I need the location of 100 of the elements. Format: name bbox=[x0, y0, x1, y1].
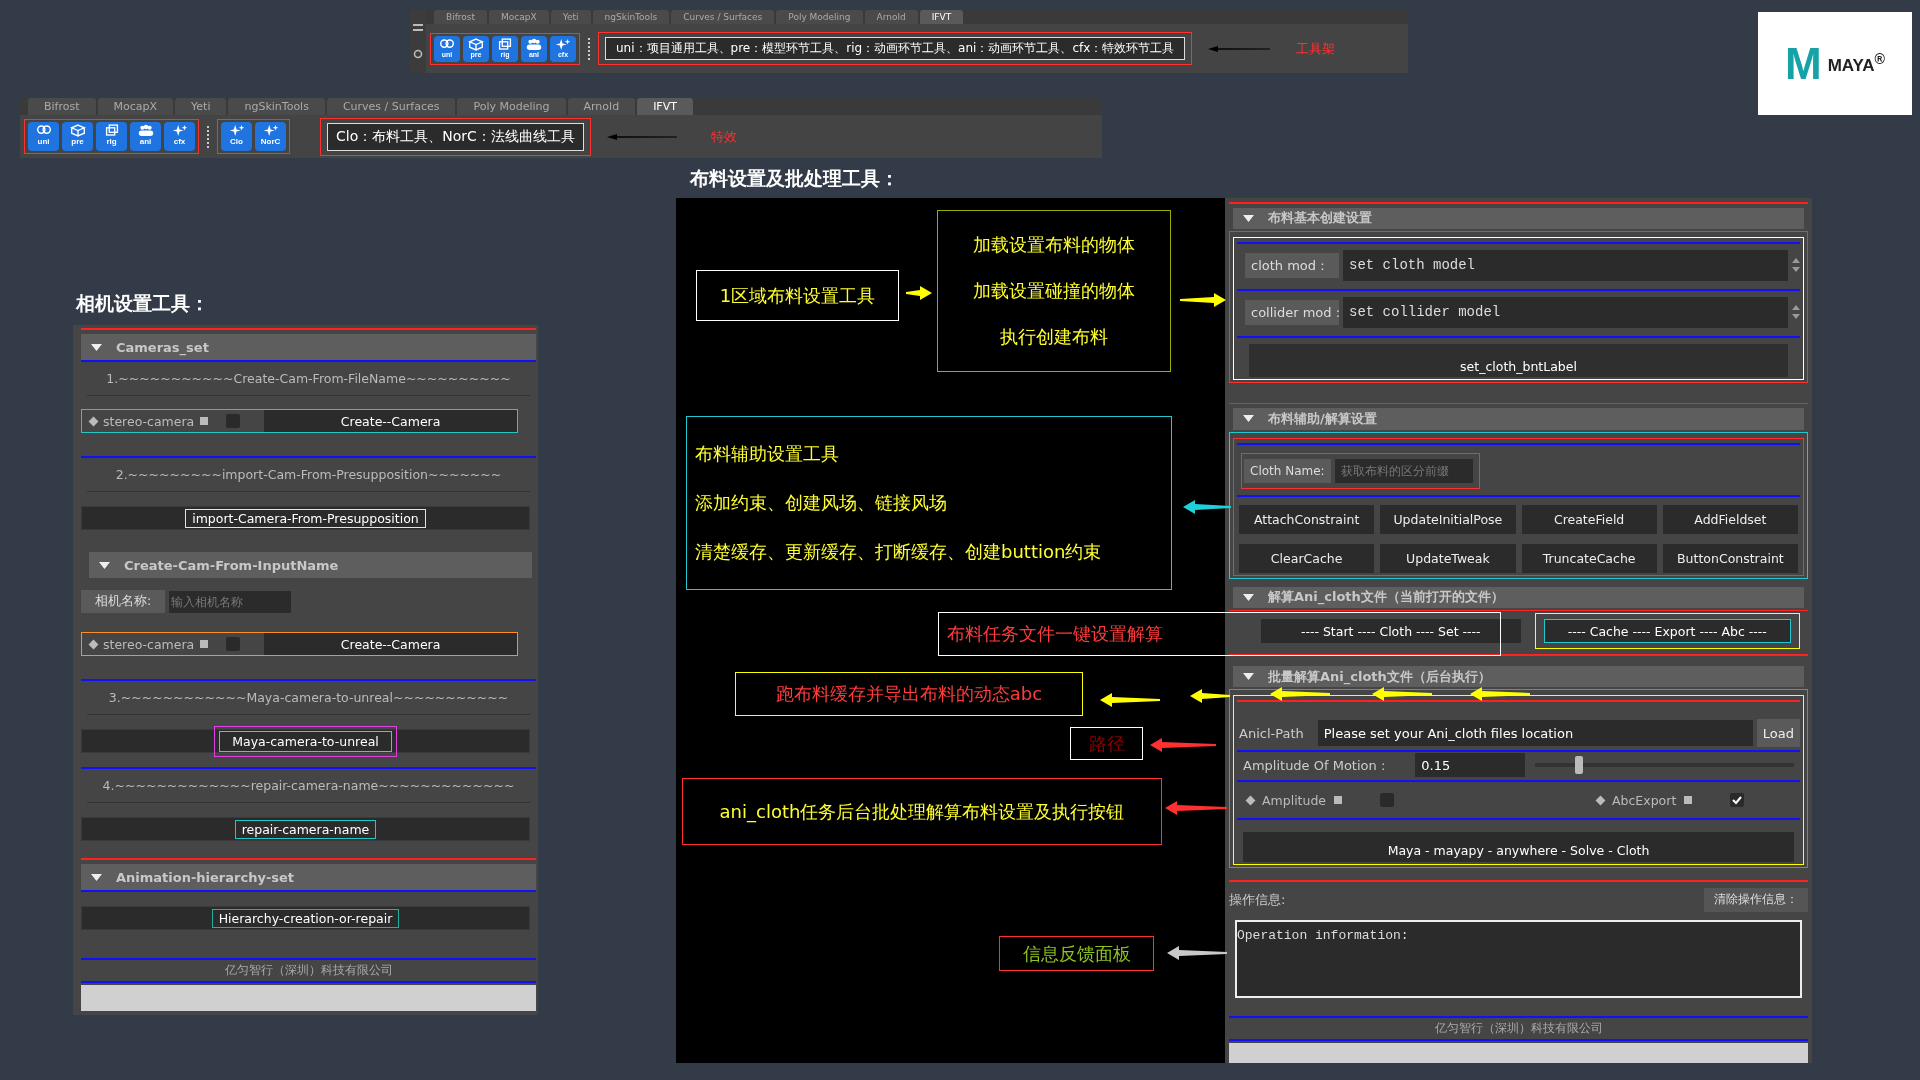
checkbox[interactable] bbox=[1730, 793, 1745, 808]
section-title: 布料设置及批处理工具： bbox=[690, 166, 899, 191]
solve-button[interactable]: ---- Start ---- Cloth ---- Set ---- bbox=[1261, 619, 1521, 644]
solve-cloth-button[interactable]: Maya - mayapy - anywhere - Solve - Cloth bbox=[1243, 832, 1794, 863]
logo-mark: M bbox=[1785, 38, 1822, 89]
input-field[interactable]: 输入相机名称 bbox=[169, 590, 292, 613]
spinner-icon[interactable] bbox=[1792, 257, 1800, 274]
tool-button[interactable]: AttachConstraint bbox=[1239, 504, 1375, 534]
shelf-tab[interactable]: Arnold bbox=[864, 10, 918, 24]
expand-icon[interactable] bbox=[1243, 214, 1254, 222]
section-header[interactable]: 布料辅助/解算设置 bbox=[1233, 408, 1804, 430]
sparkle-icon bbox=[227, 124, 246, 137]
tool-button[interactable]: ClearCache bbox=[1239, 543, 1375, 573]
annotation-text: 布料辅助设置工具 bbox=[695, 442, 839, 466]
section-header[interactable]: Cameras_set bbox=[81, 334, 536, 360]
shelf-tab[interactable]: Yeti bbox=[550, 10, 591, 24]
shelf-tab[interactable]: Poly Modeling bbox=[776, 10, 863, 24]
shelf-tab[interactable]: Poly Modeling bbox=[457, 98, 566, 115]
step-caption: 3.~~~~~~~~~~~~Maya-camera-to-unreal~~~~~~~~~~~ bbox=[87, 681, 530, 715]
path-field[interactable]: Please set your Ani_cloth files location bbox=[1317, 720, 1753, 747]
step-caption: 2.~~~~~~~~~import-Cam-From-Presupposition~~~~~~~ bbox=[87, 458, 530, 492]
spinner-icon[interactable] bbox=[1792, 304, 1800, 321]
expand-icon[interactable] bbox=[1243, 673, 1254, 681]
option-label: Amplitude bbox=[1262, 792, 1327, 808]
shelf-tab[interactable]: Arnold bbox=[567, 98, 636, 115]
rings-icon bbox=[34, 124, 53, 137]
annotation-text: 布料任务文件一键设置解算 bbox=[947, 622, 1163, 646]
input-field[interactable]: 获取布料的区分前缀 bbox=[1334, 458, 1473, 483]
checkbox[interactable] bbox=[226, 414, 241, 428]
annotation-text: 1区域布料设置工具 bbox=[719, 283, 876, 308]
clear-log-button[interactable]: 清除操作信息： bbox=[1704, 887, 1808, 912]
option-label: stereo-camera bbox=[103, 636, 195, 652]
tool-button[interactable]: ButtonConstraint bbox=[1662, 543, 1798, 573]
action-button[interactable]: import-Camera-From-Presupposition bbox=[81, 506, 530, 530]
square-icon bbox=[200, 640, 209, 648]
input-field[interactable]: set collider model bbox=[1343, 296, 1788, 328]
shelf-tab[interactable]: Yeti bbox=[175, 98, 227, 115]
section-header[interactable]: 解算Ani_cloth文件（当前打开的文件） bbox=[1233, 586, 1804, 608]
section-header[interactable]: Animation-hierarchy-set bbox=[81, 864, 536, 890]
shelf-tab[interactable]: MocapX bbox=[97, 98, 174, 115]
shelf-tab[interactable]: IFVT bbox=[637, 98, 693, 115]
option-label: stereo-camera bbox=[103, 413, 195, 429]
value-field[interactable]: 0.15 bbox=[1415, 753, 1526, 778]
description-label: uni：项目通用工具、pre：模型环节工具、rig：动画环节工具、ani：动画环节工具、cfx：特效环节工具 bbox=[605, 37, 1186, 60]
expand-icon[interactable] bbox=[91, 873, 102, 881]
shelf-button[interactable]: Clo bbox=[221, 122, 252, 151]
action-button[interactable]: repair-camera-name bbox=[81, 817, 530, 841]
create-camera-button[interactable]: Create--Camera bbox=[264, 633, 517, 655]
people-icon bbox=[525, 37, 543, 51]
tool-button[interactable]: TruncateCache bbox=[1521, 543, 1657, 573]
shelf-tab[interactable]: Bifrost bbox=[434, 10, 488, 24]
annotation-text: 加载设置布料的物体 bbox=[973, 233, 1135, 257]
sparkle-icon bbox=[261, 124, 280, 137]
shelf-button[interactable]: rig bbox=[96, 122, 127, 151]
annotation-text: 信息反馈面板 bbox=[1022, 941, 1131, 966]
square-icon bbox=[200, 417, 209, 425]
section-header[interactable]: 布料基本创建设置 bbox=[1233, 207, 1804, 229]
tool-button[interactable]: UpdateInitialPose bbox=[1380, 504, 1516, 534]
rings-icon bbox=[438, 37, 456, 51]
shelf-button[interactable]: uni bbox=[28, 122, 59, 151]
tool-button[interactable]: UpdateTweak bbox=[1380, 543, 1516, 573]
pointer-arrow bbox=[1167, 945, 1227, 961]
pointer-arrow bbox=[1165, 800, 1227, 816]
slider-thumb[interactable] bbox=[1575, 756, 1584, 775]
solve-button[interactable]: ---- Cache ---- Export ---- Abc ---- bbox=[1543, 619, 1791, 644]
expand-icon[interactable] bbox=[91, 343, 102, 351]
pointer-arrow bbox=[1190, 688, 1230, 704]
shelf-tab[interactable]: ngSkinTools bbox=[228, 98, 325, 115]
tool-button[interactable]: CreateField bbox=[1521, 504, 1657, 534]
log-text-area[interactable]: Operation information: bbox=[1235, 919, 1802, 999]
checkbox[interactable] bbox=[226, 637, 241, 651]
expand-icon[interactable] bbox=[99, 561, 110, 569]
field-label: collider mod : bbox=[1245, 299, 1339, 325]
section-header[interactable]: 批量解算Ani_cloth文件（后台执行） bbox=[1233, 665, 1804, 688]
section-header[interactable]: Create-Cam-From-InputName bbox=[89, 552, 532, 578]
tool-button[interactable]: AddFieldset bbox=[1662, 504, 1798, 534]
shelf-button[interactable]: pre bbox=[62, 122, 93, 151]
log-text: Operation information: bbox=[1237, 927, 1409, 943]
checkbox[interactable] bbox=[1380, 793, 1395, 808]
shelf-tab[interactable]: ngSkinTools bbox=[592, 10, 670, 24]
shelf-button[interactable]: cfx bbox=[164, 122, 195, 151]
menu-icon[interactable] bbox=[413, 24, 423, 33]
create-camera-button[interactable]: Create--Camera bbox=[264, 410, 517, 432]
annotation-text: 跑布料缓存并导出布料的动态abc bbox=[775, 682, 1043, 706]
settings-icon[interactable] bbox=[413, 48, 423, 59]
shelf-tab[interactable]: Bifrost bbox=[28, 98, 96, 115]
input-field[interactable]: set cloth model bbox=[1343, 249, 1788, 281]
shelf-tab[interactable]: IFVT bbox=[919, 10, 964, 24]
shelf-button[interactable]: ani bbox=[130, 122, 161, 151]
action-button[interactable]: Hierarchy-creation-or-repair bbox=[81, 906, 530, 930]
expand-icon[interactable] bbox=[1243, 593, 1254, 601]
company-label: 亿匀智行（深圳）科技有限公司 bbox=[1433, 1020, 1604, 1038]
annotation-text: 加载设置碰撞的物体 bbox=[973, 279, 1135, 303]
shelf-tab[interactable]: MocapX bbox=[489, 10, 549, 24]
shelf-tab[interactable]: Curves / Surfaces bbox=[326, 98, 456, 115]
shelf-tab[interactable]: Curves / Surfaces bbox=[671, 10, 775, 24]
set-cloth-button[interactable]: set_cloth_bntLabel bbox=[1249, 343, 1788, 377]
load-button[interactable]: Load bbox=[1756, 719, 1800, 748]
expand-icon[interactable] bbox=[1243, 415, 1254, 423]
shelf-button[interactable]: NorC bbox=[255, 122, 286, 151]
